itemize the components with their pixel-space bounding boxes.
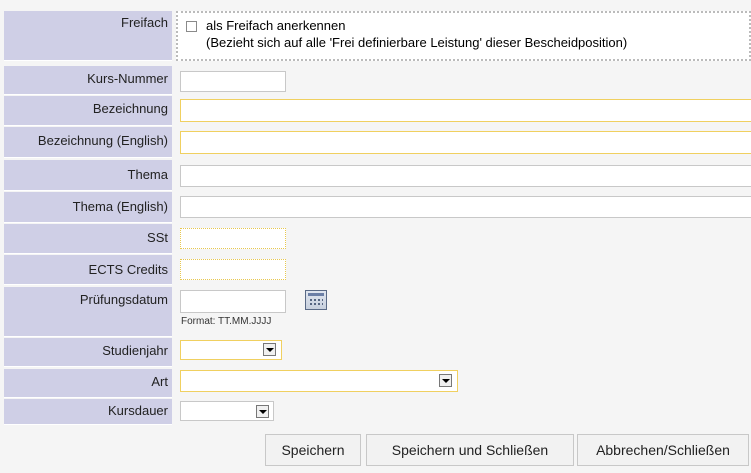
cancel-and-close-button[interactable]: Abbrechen/Schließen <box>577 434 749 466</box>
chevron-down-icon[interactable] <box>256 405 269 418</box>
freifach-checkbox[interactable] <box>186 21 197 32</box>
freifach-checkbox-area: als Freifach anerkennen (Bezieht sich au… <box>176 11 751 61</box>
freifach-checkbox-note: (Bezieht sich auf alle 'Frei definierbar… <box>206 35 628 50</box>
bezeichnung-english-input[interactable] <box>180 131 751 154</box>
label-thema: Thema <box>4 160 172 191</box>
ects-credits-input[interactable] <box>180 259 286 280</box>
label-pruefungsdatum: Prüfungsdatum <box>4 287 172 337</box>
label-bezeichnung: Bezeichnung <box>4 96 172 126</box>
studienjahr-select[interactable] <box>180 340 282 360</box>
thema-english-input[interactable] <box>180 196 751 218</box>
freifach-checkbox-label[interactable]: als Freifach anerkennen <box>206 18 345 33</box>
kurs-nummer-input[interactable] <box>180 71 286 92</box>
thema-input[interactable] <box>180 165 751 187</box>
kursdauer-select[interactable] <box>180 401 274 421</box>
label-studienjahr: Studienjahr <box>4 338 172 367</box>
label-kurs-nummer: Kurs-Nummer <box>4 66 172 95</box>
label-art: Art <box>4 369 172 398</box>
label-sst: SSt <box>4 224 172 254</box>
label-kursdauer: Kursdauer <box>4 399 172 425</box>
label-freifach: Freifach <box>4 11 172 61</box>
art-select[interactable] <box>180 370 458 392</box>
save-and-close-button[interactable]: Speichern und Schließen <box>366 434 574 466</box>
pruefungsdatum-input[interactable] <box>180 290 286 313</box>
label-thema-english: Thema (English) <box>4 192 172 223</box>
save-button[interactable]: Speichern <box>265 434 361 466</box>
chevron-down-icon[interactable] <box>263 343 276 356</box>
calendar-icon[interactable] <box>305 290 327 310</box>
label-bezeichnung-english: Bezeichnung (English) <box>4 127 172 158</box>
bezeichnung-input[interactable] <box>180 99 751 122</box>
chevron-down-icon[interactable] <box>439 374 452 387</box>
label-ects-credits: ECTS Credits <box>4 255 172 285</box>
date-format-hint: Format: TT.MM.JJJJ <box>181 316 272 327</box>
sst-input[interactable] <box>180 228 286 249</box>
